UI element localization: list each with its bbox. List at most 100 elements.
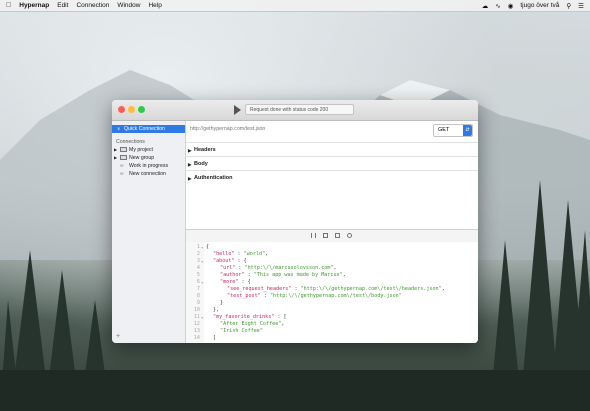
code-text: "test_post" : "http:\/\/gethypernap.com\… — [227, 293, 402, 300]
code-text: "about" : { — [213, 258, 247, 265]
disclosure-triangle-icon: ▶ — [188, 162, 192, 167]
code-line: 1 ▾{ — [186, 244, 478, 251]
code-text: "see_request_headers" : "http:\/\/gethyp… — [227, 286, 445, 293]
json-punctuation: : { — [238, 279, 251, 285]
fold-arrow-icon[interactable]: ▾ — [201, 279, 203, 286]
json-punctuation: : — [291, 286, 301, 292]
line-number: 4 — [196, 265, 200, 271]
menu-help[interactable]: Help — [148, 2, 161, 9]
fold-arrow-icon[interactable]: ▾ — [201, 258, 203, 265]
link-icon: ∞ — [120, 163, 124, 169]
play-icon[interactable] — [234, 105, 241, 115]
folder-icon — [120, 155, 127, 160]
compass-icon[interactable] — [347, 233, 352, 238]
sidebar-item-new-group[interactable]: ▶ New group — [112, 154, 185, 162]
menu-app-name[interactable]: Hypernap — [19, 2, 49, 9]
image-icon[interactable] — [335, 233, 340, 238]
request-panel: GET ⇵ ▶ Headers ▶ Body ▶ Authentication … — [186, 121, 478, 343]
disclosure-triangle-icon[interactable]: ▶ — [114, 146, 117, 154]
method-value: GET — [438, 127, 450, 133]
disclosure-triangle-icon[interactable]: ▶ — [114, 154, 117, 162]
json-punctuation: { — [206, 244, 210, 250]
sidebar: ∨ Quick Connection Connections ▶ My proj… — [112, 121, 186, 343]
sidebar-heading-connections: Connections — [112, 138, 185, 146]
code-text: "my_favorite_drinks" : [ — [213, 314, 287, 321]
code-text: { — [206, 244, 209, 251]
cloud-icon[interactable]: ☁ — [482, 2, 489, 10]
url-input[interactable] — [190, 124, 428, 134]
code-text: "Irish Coffee" — [220, 328, 263, 335]
close-button[interactable] — [118, 106, 125, 113]
menu-window[interactable]: Window — [117, 2, 140, 9]
search-icon[interactable]: ⚲ — [566, 2, 571, 10]
code-line: 4 "url" : "http:\/\/marcusolovsson.com", — [186, 265, 478, 272]
code-line: 10}, — [186, 307, 478, 314]
sidebar-item-label: New group — [129, 155, 155, 161]
section-authentication[interactable]: ▶ Authentication — [186, 170, 478, 186]
json-string: "http:\/\/marcusolovsson.com" — [244, 265, 334, 271]
json-string: "After Eight Coffee" — [220, 321, 282, 327]
json-key: "my_favorite_drinks" — [213, 314, 275, 320]
line-number: 14 — [193, 335, 200, 341]
code-line: 9} — [186, 300, 478, 307]
minimize-button[interactable] — [128, 106, 135, 113]
line-number: 7 — [196, 286, 200, 292]
code-line: 3 ▾ "about" : { — [186, 258, 478, 265]
json-key: "url" — [220, 265, 236, 271]
document-icon[interactable] — [323, 233, 328, 238]
sidebar-item-new-connection[interactable]: ∞ New connection — [112, 170, 185, 178]
section-label: Headers — [194, 147, 216, 153]
code-text: "hello" : "world", — [213, 251, 268, 258]
line-number: 9 — [196, 300, 200, 306]
list-icon[interactable]: ☰ — [578, 2, 584, 10]
line-number: 10 — [193, 307, 200, 313]
code-line: 2 "hello" : "world", — [186, 251, 478, 258]
menu-connection[interactable]: Connection — [76, 2, 109, 9]
line-number: 12 — [193, 321, 200, 327]
menu-clock[interactable]: tjugo över två — [520, 2, 559, 9]
response-body[interactable]: 1 ▾{2 "hello" : "world", 3 ▾ "about" : {4 "url… — [186, 242, 478, 343]
sidebar-item-quick-connection[interactable]: ∨ Quick Connection — [112, 125, 185, 133]
json-punctuation: , — [342, 272, 346, 278]
response-toolbar — [186, 229, 478, 243]
json-punctuation: } — [220, 300, 224, 306]
app-window: Request done with status code 200 ∨ Quic… — [112, 100, 478, 343]
fold-arrow-icon[interactable]: ▾ — [201, 244, 203, 251]
json-punctuation: }, — [213, 307, 220, 313]
json-punctuation: : — [235, 265, 245, 271]
link-icon: ∞ — [120, 171, 124, 177]
sidebar-item-work-in-progress[interactable]: ∞ Work in progress — [112, 162, 185, 170]
json-key: "test_post" — [227, 293, 261, 299]
activity-icon[interactable]: ∿ — [495, 2, 500, 10]
select-arrows-icon: ⇵ — [463, 125, 472, 136]
add-connection-button[interactable]: + — [116, 333, 120, 340]
json-punctuation: , — [333, 265, 337, 271]
columns-icon[interactable] — [311, 233, 316, 238]
sidebar-item-my-project[interactable]: ▶ My project — [112, 146, 185, 154]
apple-icon[interactable]:  — [6, 2, 11, 9]
code-text: "more" : { — [220, 279, 251, 286]
wifi-icon[interactable]: ◉ — [508, 2, 514, 10]
code-text: }, — [213, 307, 219, 314]
json-key: "see_request_headers" — [227, 286, 292, 292]
title-bar[interactable]: Request done with status code 200 — [112, 100, 478, 121]
json-string: "http:\/\/gethypernap.com\/test\/headers… — [300, 286, 442, 292]
menu-edit[interactable]: Edit — [57, 2, 68, 9]
zoom-button[interactable] — [138, 106, 145, 113]
line-number: 13 — [193, 328, 200, 334]
code-line: 6 ▾ "more" : { — [186, 279, 478, 286]
code-line: 14] — [186, 335, 478, 342]
code-line: 12 "After Eight Coffee", — [186, 321, 478, 328]
line-number: 3 — [196, 258, 200, 264]
fold-arrow-icon[interactable]: ▾ — [201, 314, 203, 321]
section-label: Authentication — [194, 175, 233, 181]
json-string: "world" — [243, 251, 266, 257]
folder-icon — [120, 147, 127, 152]
json-punctuation: : — [234, 251, 244, 257]
json-key: "more" — [220, 279, 239, 285]
section-label: Body — [194, 161, 208, 167]
json-string: "This app was made by Marcus" — [253, 272, 343, 278]
code-text: } — [220, 300, 223, 307]
json-punctuation: : — [260, 293, 270, 299]
method-select[interactable]: GET ⇵ — [433, 124, 473, 137]
